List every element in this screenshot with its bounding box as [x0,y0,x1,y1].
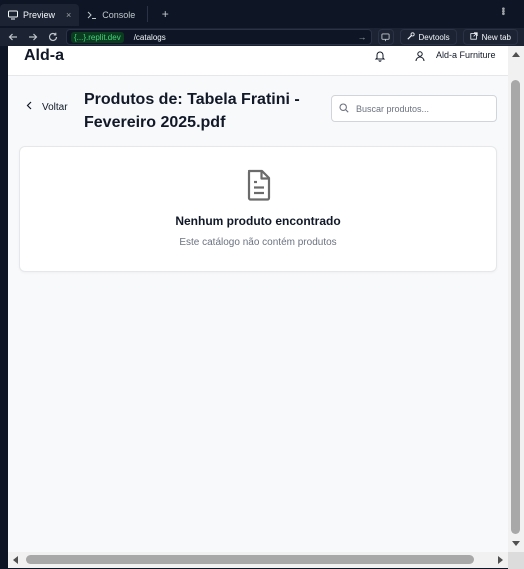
external-link-icon [470,32,478,42]
close-icon[interactable]: × [66,10,71,20]
device-toggle-icon[interactable] [377,29,394,45]
vertical-scrollbar[interactable] [508,46,524,552]
devtools-label: Devtools [418,32,450,42]
tab-divider [147,6,149,22]
bell-icon[interactable] [374,49,386,62]
terminal-icon [87,10,97,20]
scroll-up-icon[interactable] [512,52,520,57]
more-options-icon[interactable]: ••• [497,7,508,15]
new-tab-label: New tab [481,32,511,42]
open-new-tab-button[interactable]: New tab [462,29,518,45]
forward-arrow-icon[interactable] [26,30,40,44]
tab-console-label: Console [102,10,136,20]
company-name[interactable]: Ald-a Furniture [436,50,496,60]
address-bar-row: {...}.replit.dev /catalogs → Devtools Ne… [0,28,524,46]
frame-gutter [0,46,8,569]
scrollbar-corner [508,552,524,569]
chevron-left-icon [26,101,32,113]
page-title: Produtos de: Tabela Fratini - Fevereiro … [84,91,300,131]
search-icon [339,100,349,118]
scroll-down-icon[interactable] [512,541,520,546]
scroll-left-icon[interactable] [13,556,18,564]
browser-tab-strip: Preview × Console + ••• [0,0,524,28]
wrench-icon [406,32,415,42]
devtools-button[interactable]: Devtools [399,29,457,45]
url-field[interactable]: {...}.replit.dev /catalogs → [66,29,372,45]
document-icon [246,169,272,201]
search-box[interactable] [331,95,497,122]
new-tab-button[interactable]: + [156,5,174,23]
page-viewport: Ald-a Ald-a Furniture Voltar Produtos de… [8,46,508,552]
empty-state-card: Nenhum produto encontrado Este catálogo … [19,146,497,272]
user-icon[interactable] [414,49,426,62]
tab-preview-label: Preview [23,10,56,20]
app-header: Ald-a Ald-a Furniture [8,46,508,76]
reload-icon[interactable] [46,30,60,44]
monitor-icon [8,10,18,20]
search-input[interactable] [356,103,486,114]
horizontal-scrollbar[interactable] [8,552,508,568]
go-arrow-icon[interactable]: → [358,32,367,42]
empty-state-subtitle: Este catálogo não contém produtos [179,237,337,248]
url-host: {...}.replit.dev [71,31,124,43]
brand-logo-text[interactable]: Ald-a [24,47,64,65]
empty-state-title: Nenhum produto encontrado [175,214,341,228]
horizontal-scroll-thumb[interactable] [26,555,474,564]
vertical-scroll-thumb[interactable] [511,80,520,534]
url-path: /catalogs [133,32,166,42]
tab-preview[interactable]: Preview × [0,4,80,26]
tab-console[interactable]: Console [79,4,143,26]
back-arrow-icon[interactable] [6,30,20,44]
scroll-right-icon[interactable] [498,556,503,564]
back-label: Voltar [42,101,68,113]
back-button[interactable]: Voltar [26,101,68,113]
